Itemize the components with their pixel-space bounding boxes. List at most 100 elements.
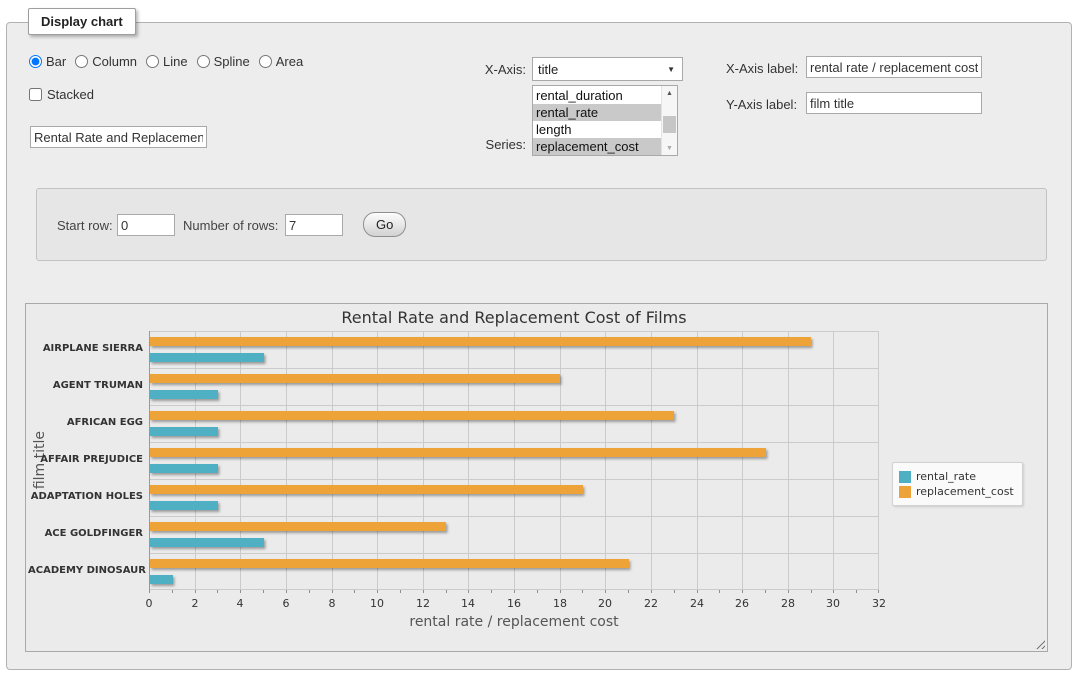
- start-row-input[interactable]: [117, 214, 175, 236]
- number-of-rows-label: Number of rows:: [183, 218, 278, 233]
- legend-label: rental_rate: [916, 470, 976, 483]
- x-tick-label-18: 18: [553, 597, 567, 610]
- chart-type-label: Area: [276, 54, 303, 69]
- gridline-v: [697, 331, 698, 590]
- y-axis-line: [149, 331, 150, 590]
- x-axis-tick: [400, 590, 401, 593]
- x-tick-label-20: 20: [598, 597, 612, 610]
- category-label-1: AGENT TRUMAN: [28, 380, 143, 392]
- chart-type-option-area[interactable]: Area: [259, 54, 303, 69]
- series-option-rental_duration[interactable]: rental_duration: [533, 87, 661, 104]
- gridline-v: [468, 331, 469, 590]
- x-axis-tick: [651, 590, 652, 593]
- x-tick-label-16: 16: [507, 597, 521, 610]
- x-axis-tick: [537, 590, 538, 593]
- x-axis-tick: [811, 590, 812, 593]
- bar-rental_rate-2[interactable]: [150, 427, 218, 436]
- gridline-v: [240, 331, 241, 590]
- chart-type-radio-column[interactable]: [75, 55, 88, 68]
- y-axis-label-input[interactable]: [806, 92, 982, 114]
- x-axis-tick: [309, 590, 310, 593]
- resize-handle-icon[interactable]: [1033, 637, 1045, 649]
- chart-title-input[interactable]: [30, 126, 207, 148]
- x-axis-tick: [697, 590, 698, 593]
- category-label-2: AFRICAN EGG: [28, 417, 143, 429]
- series-option-replacement_cost[interactable]: replacement_cost: [533, 138, 661, 155]
- x-axis-label-input[interactable]: [806, 56, 982, 78]
- category-label-3: AFFAIR PREJUDICE: [28, 454, 143, 466]
- gridline-v: [878, 331, 879, 590]
- scrollbar-up-arrow-icon[interactable]: ▲: [662, 86, 677, 100]
- stacked-checkbox[interactable]: [29, 88, 42, 101]
- bar-rental_rate-1[interactable]: [150, 390, 218, 399]
- chart-type-label: Spline: [214, 54, 250, 69]
- x-axis-title: rental rate / replacement cost: [149, 614, 879, 630]
- bar-replacement_cost-5[interactable]: [150, 522, 446, 531]
- chart-type-radio-spline[interactable]: [197, 55, 210, 68]
- bar-rental_rate-5[interactable]: [150, 538, 264, 547]
- x-tick-label-22: 22: [644, 597, 658, 610]
- series-option-length[interactable]: length: [533, 121, 661, 138]
- chart-type-radio-bar[interactable]: [29, 55, 42, 68]
- category-label-6: ACADEMY DINOSAUR: [28, 565, 143, 577]
- x-axis-tick: [788, 590, 789, 593]
- legend-swatch-replacement_cost: [899, 486, 911, 498]
- gridline-v: [651, 331, 652, 590]
- bar-replacement_cost-6[interactable]: [150, 559, 629, 568]
- gridline-v: [788, 331, 789, 590]
- chart-type-option-line[interactable]: Line: [146, 54, 188, 69]
- gridline-v: [195, 331, 196, 590]
- x-axis-tick: [878, 590, 879, 593]
- bar-rental_rate-0[interactable]: [150, 353, 264, 362]
- bar-replacement_cost-1[interactable]: [150, 374, 560, 383]
- chart-type-option-bar[interactable]: Bar: [29, 54, 66, 69]
- series-multiselect[interactable]: rental_durationrental_ratelengthreplacem…: [532, 85, 678, 156]
- x-axis-tick: [742, 590, 743, 593]
- x-tick-label-12: 12: [416, 597, 430, 610]
- x-axis-label-label: X-Axis label:: [726, 61, 798, 76]
- x-axis-tick: [195, 590, 196, 593]
- bar-replacement_cost-2[interactable]: [150, 411, 674, 420]
- x-axis-tick: [423, 590, 424, 593]
- chart-container: Rental Rate and Replacement Cost of Film…: [25, 303, 1048, 652]
- number-of-rows-input[interactable]: [285, 214, 343, 236]
- x-tick-label-4: 4: [237, 597, 244, 610]
- x-axis-tick: [833, 590, 834, 593]
- bar-rental_rate-4[interactable]: [150, 501, 218, 510]
- bar-replacement_cost-3[interactable]: [150, 448, 766, 457]
- panel-legend: Display chart: [28, 8, 136, 35]
- bar-replacement_cost-4[interactable]: [150, 485, 583, 494]
- scrollbar-thumb[interactable]: [663, 116, 676, 133]
- bar-rental_rate-3[interactable]: [150, 464, 218, 473]
- bar-rental_rate-6[interactable]: [150, 575, 173, 584]
- bar-replacement_cost-0[interactable]: [150, 337, 811, 346]
- x-axis-select-label: X-Axis:: [448, 62, 526, 77]
- scrollbar-down-arrow-icon[interactable]: ▼: [662, 141, 677, 155]
- gridline-v: [286, 331, 287, 590]
- gridline-v: [833, 331, 834, 590]
- chart-type-option-spline[interactable]: Spline: [197, 54, 250, 69]
- x-tick-label-6: 6: [283, 597, 290, 610]
- x-axis-tick: [605, 590, 606, 593]
- legend-label: replacement_cost: [916, 485, 1014, 498]
- go-button[interactable]: Go: [363, 212, 406, 237]
- gridline-v: [560, 331, 561, 590]
- legend-item-replacement_cost[interactable]: replacement_cost: [899, 485, 1014, 498]
- series-option-rental_rate[interactable]: rental_rate: [533, 104, 661, 121]
- x-axis-tick: [286, 590, 287, 593]
- series-scrollbar[interactable]: ▲ ▼: [661, 86, 677, 155]
- chart-type-radio-area[interactable]: [259, 55, 272, 68]
- x-axis-select[interactable]: title ▼: [532, 57, 683, 81]
- x-axis-tick: [149, 590, 150, 593]
- x-tick-label-8: 8: [329, 597, 336, 610]
- gridline-v: [742, 331, 743, 590]
- x-axis-tick: [263, 590, 264, 593]
- chart-type-option-column[interactable]: Column: [75, 54, 137, 69]
- x-axis-tick: [674, 590, 675, 593]
- y-axis-label-label: Y-Axis label:: [726, 97, 797, 112]
- stacked-checkbox-wrap[interactable]: Stacked: [29, 87, 94, 102]
- x-axis-tick: [240, 590, 241, 593]
- chart-type-radio-line[interactable]: [146, 55, 159, 68]
- x-tick-label-32: 32: [872, 597, 886, 610]
- legend-item-rental_rate[interactable]: rental_rate: [899, 470, 1014, 483]
